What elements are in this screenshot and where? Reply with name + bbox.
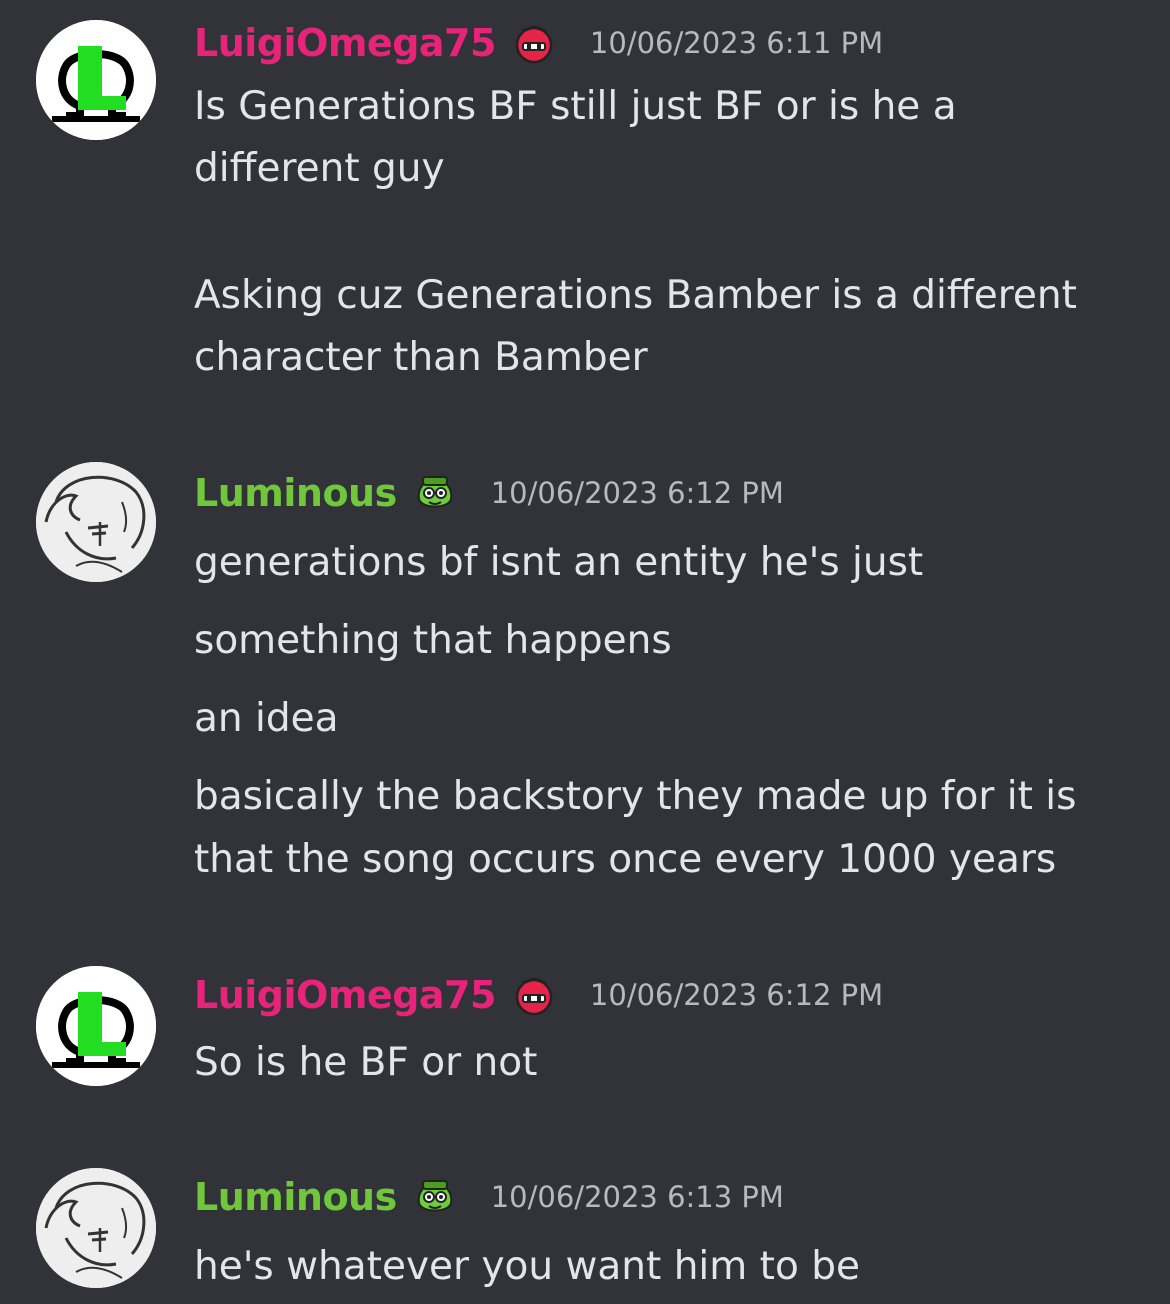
timestamp: 10/06/2023 6:13 PM [490, 1180, 784, 1214]
message-text: different guy [194, 146, 445, 191]
message-header: LuigiOmega75 10/06/2023 6:12 PM [194, 970, 883, 1020]
green-goggles-face-icon[interactable] [413, 471, 457, 515]
message-text: basically the backstory they made up for… [194, 774, 1077, 819]
timestamp: 10/06/2023 6:12 PM [589, 978, 884, 1012]
sketch-character-icon [36, 1168, 156, 1288]
sketch-character-icon [36, 462, 156, 582]
username[interactable]: LuigiOmega75 [194, 21, 496, 65]
message-header: Luminous 10/06/2023 6:13 PM [194, 1172, 784, 1222]
timestamp: 10/06/2023 6:11 PM [589, 26, 884, 60]
message-text: something that happens [194, 618, 672, 663]
message-text: that the song occurs once every 1000 yea… [194, 837, 1057, 882]
message-text: character than Bamber [194, 335, 648, 380]
message-text: generations bf isnt an entity he's just [194, 540, 924, 585]
username[interactable]: LuigiOmega75 [194, 973, 496, 1017]
avatar[interactable] [36, 462, 156, 582]
avatar[interactable] [36, 966, 156, 1086]
omega-L-logo-icon [36, 20, 156, 140]
red-ninja-face-icon[interactable] [512, 973, 556, 1017]
username[interactable]: Luminous [194, 1175, 397, 1219]
message-text: Asking cuz Generations Bamber is a diffe… [194, 273, 1077, 318]
message-text: an idea [194, 696, 339, 741]
green-goggles-face-icon[interactable] [413, 1175, 457, 1219]
message-header: Luminous 10/06/2023 6:12 PM [194, 468, 784, 518]
message-text: Is Generations BF still just BF or is he… [194, 84, 957, 129]
omega-L-logo-icon [36, 966, 156, 1086]
avatar[interactable] [36, 1168, 156, 1288]
avatar[interactable] [36, 20, 156, 140]
message-text: So is he BF or not [194, 1040, 538, 1085]
message-text: he's whatever you want him to be [194, 1244, 860, 1289]
red-ninja-face-icon[interactable] [512, 21, 556, 65]
username[interactable]: Luminous [194, 471, 397, 515]
message-header: LuigiOmega75 10/06/2023 6:11 PM [194, 18, 883, 68]
timestamp: 10/06/2023 6:12 PM [490, 476, 784, 510]
